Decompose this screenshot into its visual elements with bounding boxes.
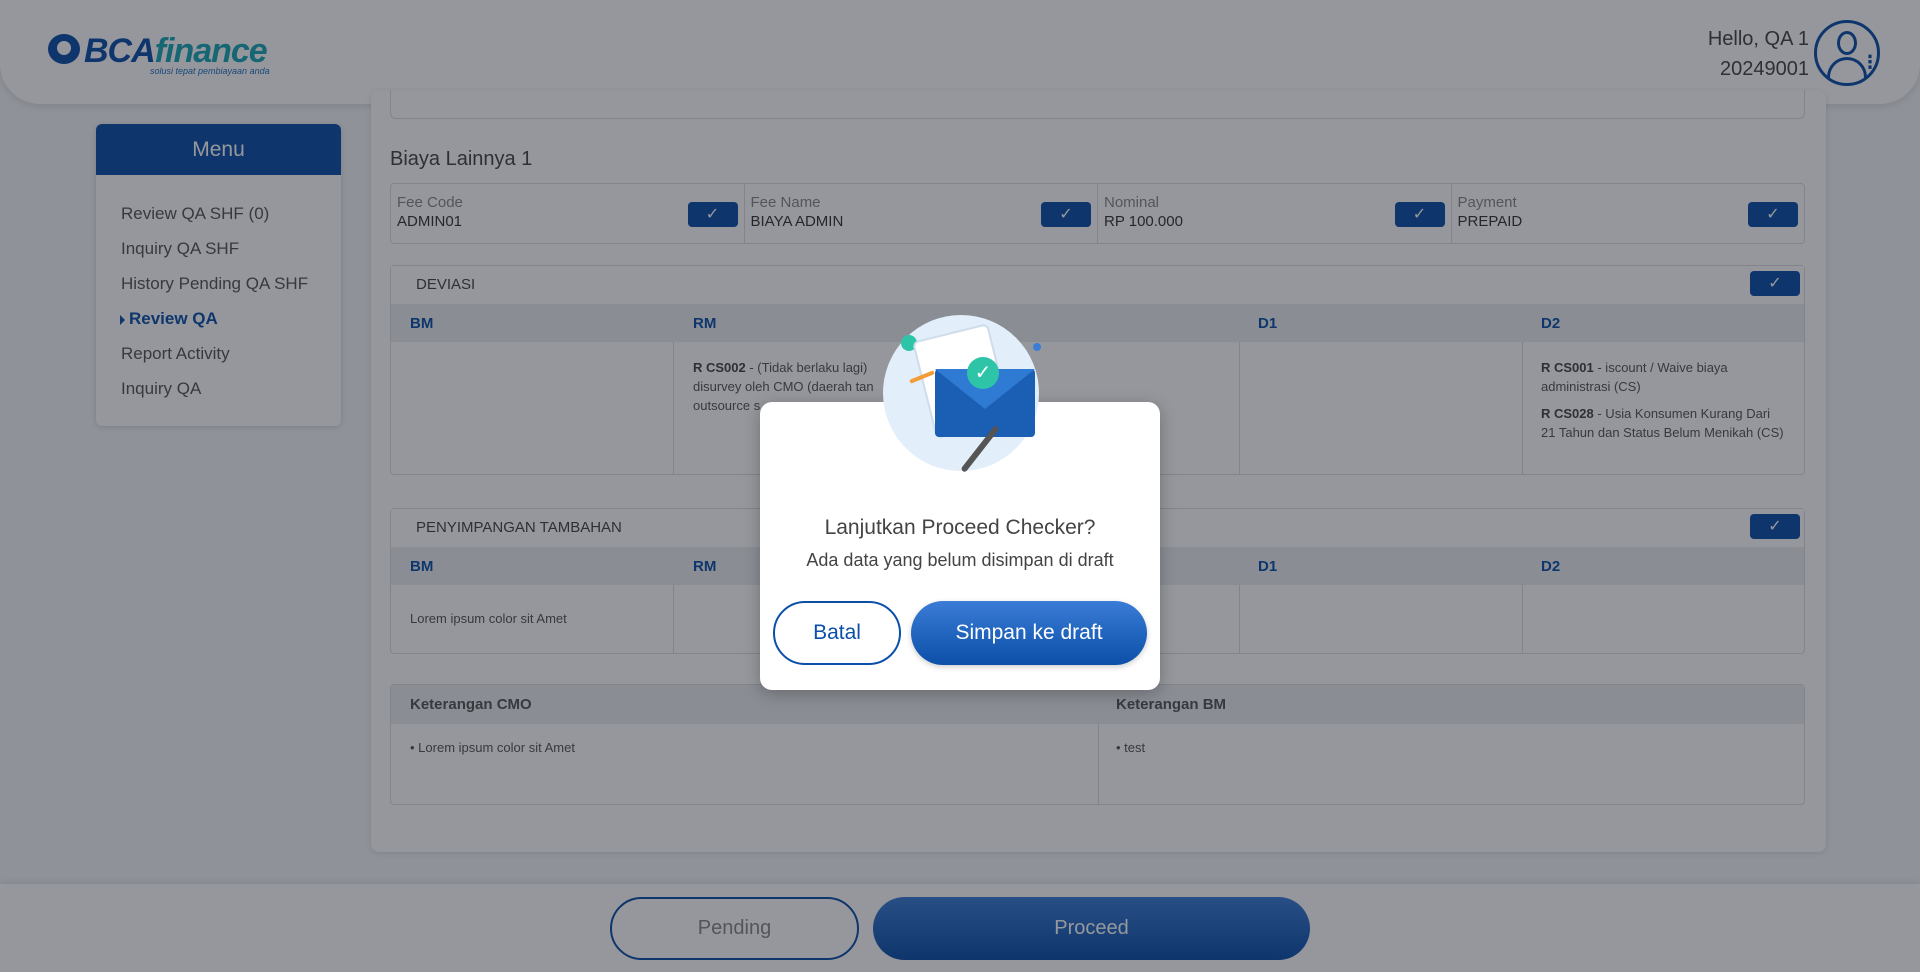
mail-check-illustration-icon: ✓ <box>865 309 1057 479</box>
check-circle-icon: ✓ <box>967 357 999 389</box>
dialog-title: Lanjutkan Proceed Checker? <box>824 516 1096 539</box>
dialog-subtitle: Ada data yang belum disimpan di draft <box>806 550 1114 570</box>
cancel-button[interactable]: Batal <box>773 601 901 665</box>
save-draft-button[interactable]: Simpan ke draft <box>911 601 1147 665</box>
